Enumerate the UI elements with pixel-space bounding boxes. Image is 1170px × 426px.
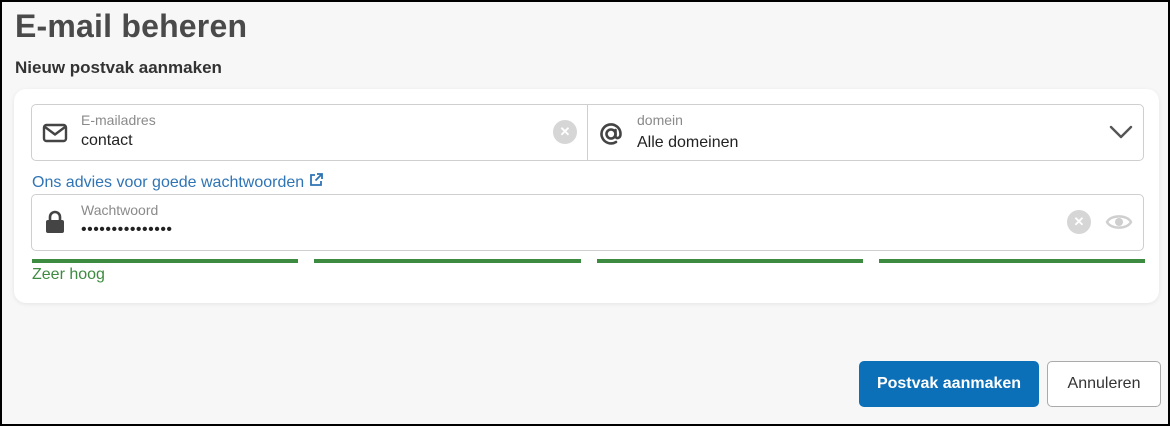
strength-segment [878, 259, 1145, 263]
show-password-icon[interactable] [1105, 210, 1133, 234]
clear-password-icon[interactable]: ✕ [1067, 210, 1091, 234]
app-frame: E-mail beheren Nieuw postvak aanmaken E-… [0, 0, 1170, 426]
password-value[interactable]: ••••••••••••••• [81, 221, 173, 239]
domain-value: Alle domeinen [637, 134, 739, 151]
password-strength-label: Zeer hoog [32, 266, 105, 283]
section-title: Nieuw postvak aanmaken [15, 58, 222, 77]
password-label: Wachtwoord [81, 202, 159, 218]
clear-email-icon[interactable]: ✕ [553, 120, 577, 144]
password-advice-label: Ons advies voor goede wachtwoorden [32, 173, 305, 191]
email-value[interactable]: contact [81, 132, 133, 150]
chevron-down-icon[interactable] [1109, 121, 1133, 143]
password-strength-meter [32, 259, 1145, 263]
email-address-row: E-mailadres contact ✕ domein Alle domein… [31, 104, 1144, 161]
create-mailbox-button[interactable]: Postvak aanmaken [859, 361, 1039, 407]
mailbox-form-card: E-mailadres contact ✕ domein Alle domein… [14, 89, 1159, 303]
email-field[interactable]: E-mailadres contact ✕ [32, 105, 588, 160]
lock-icon [42, 209, 68, 233]
email-label: E-mailadres [81, 112, 156, 128]
at-sign-icon [598, 121, 624, 145]
password-field[interactable]: Wachtwoord ••••••••••••••• ✕ [31, 194, 1144, 251]
page-title: E-mail beheren [15, 8, 248, 44]
strength-segment [314, 259, 581, 263]
cancel-button[interactable]: Annuleren [1047, 361, 1161, 407]
domain-select[interactable]: domein Alle domeinen [588, 105, 1143, 160]
password-advice-link[interactable]: Ons advies voor goede wachtwoorden [32, 173, 324, 192]
strength-segment [596, 259, 863, 263]
strength-segment [32, 259, 299, 263]
envelope-icon [42, 121, 68, 145]
external-link-icon [309, 173, 324, 192]
domain-label: domein [637, 112, 683, 128]
